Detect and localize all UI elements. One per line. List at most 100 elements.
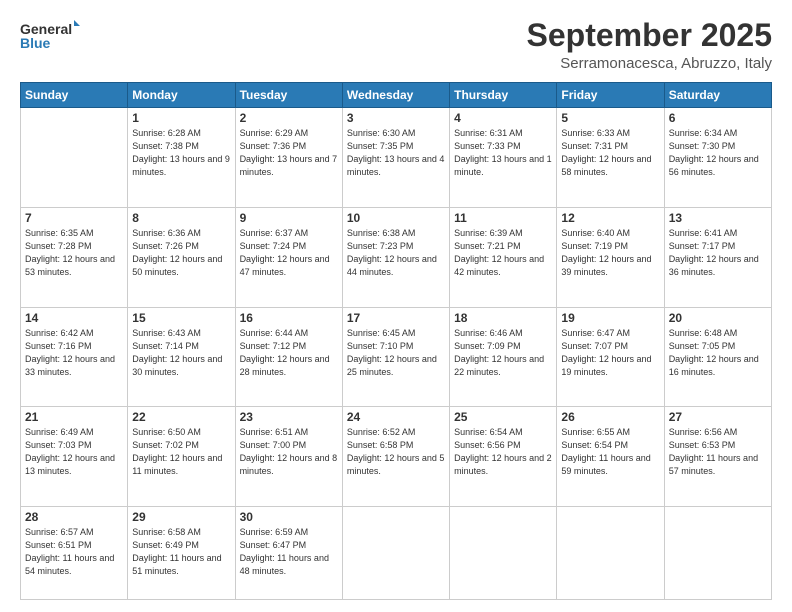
calendar-cell-w4-d6: 27 Sunrise: 6:56 AM Sunset: 6:53 PM Dayl… <box>664 407 771 507</box>
day-info: Sunrise: 6:55 AM Sunset: 6:54 PM Dayligh… <box>561 426 659 478</box>
day-info: Sunrise: 6:34 AM Sunset: 7:30 PM Dayligh… <box>669 127 767 179</box>
header-saturday: Saturday <box>664 83 771 108</box>
day-number: 15 <box>132 311 230 325</box>
day-info: Sunrise: 6:41 AM Sunset: 7:17 PM Dayligh… <box>669 227 767 279</box>
day-number: 24 <box>347 410 445 424</box>
day-number: 17 <box>347 311 445 325</box>
day-number: 11 <box>454 211 552 225</box>
day-number: 8 <box>132 211 230 225</box>
week-row-5: 28 Sunrise: 6:57 AM Sunset: 6:51 PM Dayl… <box>21 507 772 600</box>
calendar-cell-w5-d0: 28 Sunrise: 6:57 AM Sunset: 6:51 PM Dayl… <box>21 507 128 600</box>
calendar-cell-w3-d0: 14 Sunrise: 6:42 AM Sunset: 7:16 PM Dayl… <box>21 307 128 407</box>
day-info: Sunrise: 6:44 AM Sunset: 7:12 PM Dayligh… <box>240 327 338 379</box>
calendar-cell-w3-d1: 15 Sunrise: 6:43 AM Sunset: 7:14 PM Dayl… <box>128 307 235 407</box>
day-number: 16 <box>240 311 338 325</box>
calendar-cell-w5-d4 <box>450 507 557 600</box>
week-row-1: 1 Sunrise: 6:28 AM Sunset: 7:38 PM Dayli… <box>21 108 772 208</box>
calendar-cell-w3-d2: 16 Sunrise: 6:44 AM Sunset: 7:12 PM Dayl… <box>235 307 342 407</box>
day-info: Sunrise: 6:33 AM Sunset: 7:31 PM Dayligh… <box>561 127 659 179</box>
day-info: Sunrise: 6:43 AM Sunset: 7:14 PM Dayligh… <box>132 327 230 379</box>
header-wednesday: Wednesday <box>342 83 449 108</box>
day-number: 3 <box>347 111 445 125</box>
calendar-cell-w5-d5 <box>557 507 664 600</box>
header-sunday: Sunday <box>21 83 128 108</box>
calendar-cell-w4-d3: 24 Sunrise: 6:52 AM Sunset: 6:58 PM Dayl… <box>342 407 449 507</box>
week-row-4: 21 Sunrise: 6:49 AM Sunset: 7:03 PM Dayl… <box>21 407 772 507</box>
day-number: 22 <box>132 410 230 424</box>
day-info: Sunrise: 6:54 AM Sunset: 6:56 PM Dayligh… <box>454 426 552 478</box>
day-number: 19 <box>561 311 659 325</box>
calendar-cell-w5-d2: 30 Sunrise: 6:59 AM Sunset: 6:47 PM Dayl… <box>235 507 342 600</box>
day-info: Sunrise: 6:46 AM Sunset: 7:09 PM Dayligh… <box>454 327 552 379</box>
day-info: Sunrise: 6:38 AM Sunset: 7:23 PM Dayligh… <box>347 227 445 279</box>
day-info: Sunrise: 6:59 AM Sunset: 6:47 PM Dayligh… <box>240 526 338 578</box>
calendar-cell-w4-d4: 25 Sunrise: 6:54 AM Sunset: 6:56 PM Dayl… <box>450 407 557 507</box>
day-number: 1 <box>132 111 230 125</box>
day-number: 5 <box>561 111 659 125</box>
calendar-cell-w1-d6: 6 Sunrise: 6:34 AM Sunset: 7:30 PM Dayli… <box>664 108 771 208</box>
day-number: 13 <box>669 211 767 225</box>
header-tuesday: Tuesday <box>235 83 342 108</box>
logo-svg: General Blue <box>20 18 80 54</box>
calendar-header-row: Sunday Monday Tuesday Wednesday Thursday… <box>21 83 772 108</box>
day-info: Sunrise: 6:39 AM Sunset: 7:21 PM Dayligh… <box>454 227 552 279</box>
calendar-cell-w1-d3: 3 Sunrise: 6:30 AM Sunset: 7:35 PM Dayli… <box>342 108 449 208</box>
day-info: Sunrise: 6:42 AM Sunset: 7:16 PM Dayligh… <box>25 327 123 379</box>
day-info: Sunrise: 6:31 AM Sunset: 7:33 PM Dayligh… <box>454 127 552 179</box>
calendar-cell-w2-d3: 10 Sunrise: 6:38 AM Sunset: 7:23 PM Dayl… <box>342 207 449 307</box>
page: General Blue September 2025 Serramonaces… <box>0 0 792 612</box>
calendar-cell-w4-d0: 21 Sunrise: 6:49 AM Sunset: 7:03 PM Dayl… <box>21 407 128 507</box>
day-number: 29 <box>132 510 230 524</box>
calendar-cell-w1-d1: 1 Sunrise: 6:28 AM Sunset: 7:38 PM Dayli… <box>128 108 235 208</box>
day-number: 2 <box>240 111 338 125</box>
day-info: Sunrise: 6:40 AM Sunset: 7:19 PM Dayligh… <box>561 227 659 279</box>
calendar-cell-w5-d1: 29 Sunrise: 6:58 AM Sunset: 6:49 PM Dayl… <box>128 507 235 600</box>
calendar-cell-w2-d6: 13 Sunrise: 6:41 AM Sunset: 7:17 PM Dayl… <box>664 207 771 307</box>
day-info: Sunrise: 6:45 AM Sunset: 7:10 PM Dayligh… <box>347 327 445 379</box>
day-info: Sunrise: 6:48 AM Sunset: 7:05 PM Dayligh… <box>669 327 767 379</box>
day-info: Sunrise: 6:36 AM Sunset: 7:26 PM Dayligh… <box>132 227 230 279</box>
calendar-cell-w2-d4: 11 Sunrise: 6:39 AM Sunset: 7:21 PM Dayl… <box>450 207 557 307</box>
week-row-3: 14 Sunrise: 6:42 AM Sunset: 7:16 PM Dayl… <box>21 307 772 407</box>
day-info: Sunrise: 6:51 AM Sunset: 7:00 PM Dayligh… <box>240 426 338 478</box>
calendar-cell-w2-d2: 9 Sunrise: 6:37 AM Sunset: 7:24 PM Dayli… <box>235 207 342 307</box>
day-number: 10 <box>347 211 445 225</box>
calendar-cell-w3-d5: 19 Sunrise: 6:47 AM Sunset: 7:07 PM Dayl… <box>557 307 664 407</box>
calendar-cell-w1-d2: 2 Sunrise: 6:29 AM Sunset: 7:36 PM Dayli… <box>235 108 342 208</box>
day-info: Sunrise: 6:56 AM Sunset: 6:53 PM Dayligh… <box>669 426 767 478</box>
day-number: 20 <box>669 311 767 325</box>
svg-text:Blue: Blue <box>20 35 51 51</box>
day-number: 26 <box>561 410 659 424</box>
day-info: Sunrise: 6:58 AM Sunset: 6:49 PM Dayligh… <box>132 526 230 578</box>
calendar-cell-w3-d6: 20 Sunrise: 6:48 AM Sunset: 7:05 PM Dayl… <box>664 307 771 407</box>
calendar-table: Sunday Monday Tuesday Wednesday Thursday… <box>20 82 772 600</box>
day-info: Sunrise: 6:47 AM Sunset: 7:07 PM Dayligh… <box>561 327 659 379</box>
calendar-cell-w1-d5: 5 Sunrise: 6:33 AM Sunset: 7:31 PM Dayli… <box>557 108 664 208</box>
day-number: 4 <box>454 111 552 125</box>
day-number: 6 <box>669 111 767 125</box>
day-info: Sunrise: 6:37 AM Sunset: 7:24 PM Dayligh… <box>240 227 338 279</box>
calendar-cell-w1-d4: 4 Sunrise: 6:31 AM Sunset: 7:33 PM Dayli… <box>450 108 557 208</box>
day-number: 30 <box>240 510 338 524</box>
calendar-cell-w4-d2: 23 Sunrise: 6:51 AM Sunset: 7:00 PM Dayl… <box>235 407 342 507</box>
day-number: 23 <box>240 410 338 424</box>
day-number: 27 <box>669 410 767 424</box>
header-thursday: Thursday <box>450 83 557 108</box>
day-info: Sunrise: 6:30 AM Sunset: 7:35 PM Dayligh… <box>347 127 445 179</box>
location-title: Serramonacesca, Abruzzo, Italy <box>527 55 772 72</box>
day-info: Sunrise: 6:57 AM Sunset: 6:51 PM Dayligh… <box>25 526 123 578</box>
calendar-cell-w1-d0 <box>21 108 128 208</box>
day-number: 28 <box>25 510 123 524</box>
calendar-cell-w4-d1: 22 Sunrise: 6:50 AM Sunset: 7:02 PM Dayl… <box>128 407 235 507</box>
day-info: Sunrise: 6:35 AM Sunset: 7:28 PM Dayligh… <box>25 227 123 279</box>
day-number: 21 <box>25 410 123 424</box>
calendar-cell-w3-d3: 17 Sunrise: 6:45 AM Sunset: 7:10 PM Dayl… <box>342 307 449 407</box>
day-info: Sunrise: 6:50 AM Sunset: 7:02 PM Dayligh… <box>132 426 230 478</box>
calendar-cell-w5-d6 <box>664 507 771 600</box>
header-monday: Monday <box>128 83 235 108</box>
day-number: 25 <box>454 410 552 424</box>
logo: General Blue <box>20 18 80 54</box>
day-number: 14 <box>25 311 123 325</box>
day-number: 18 <box>454 311 552 325</box>
day-info: Sunrise: 6:49 AM Sunset: 7:03 PM Dayligh… <box>25 426 123 478</box>
